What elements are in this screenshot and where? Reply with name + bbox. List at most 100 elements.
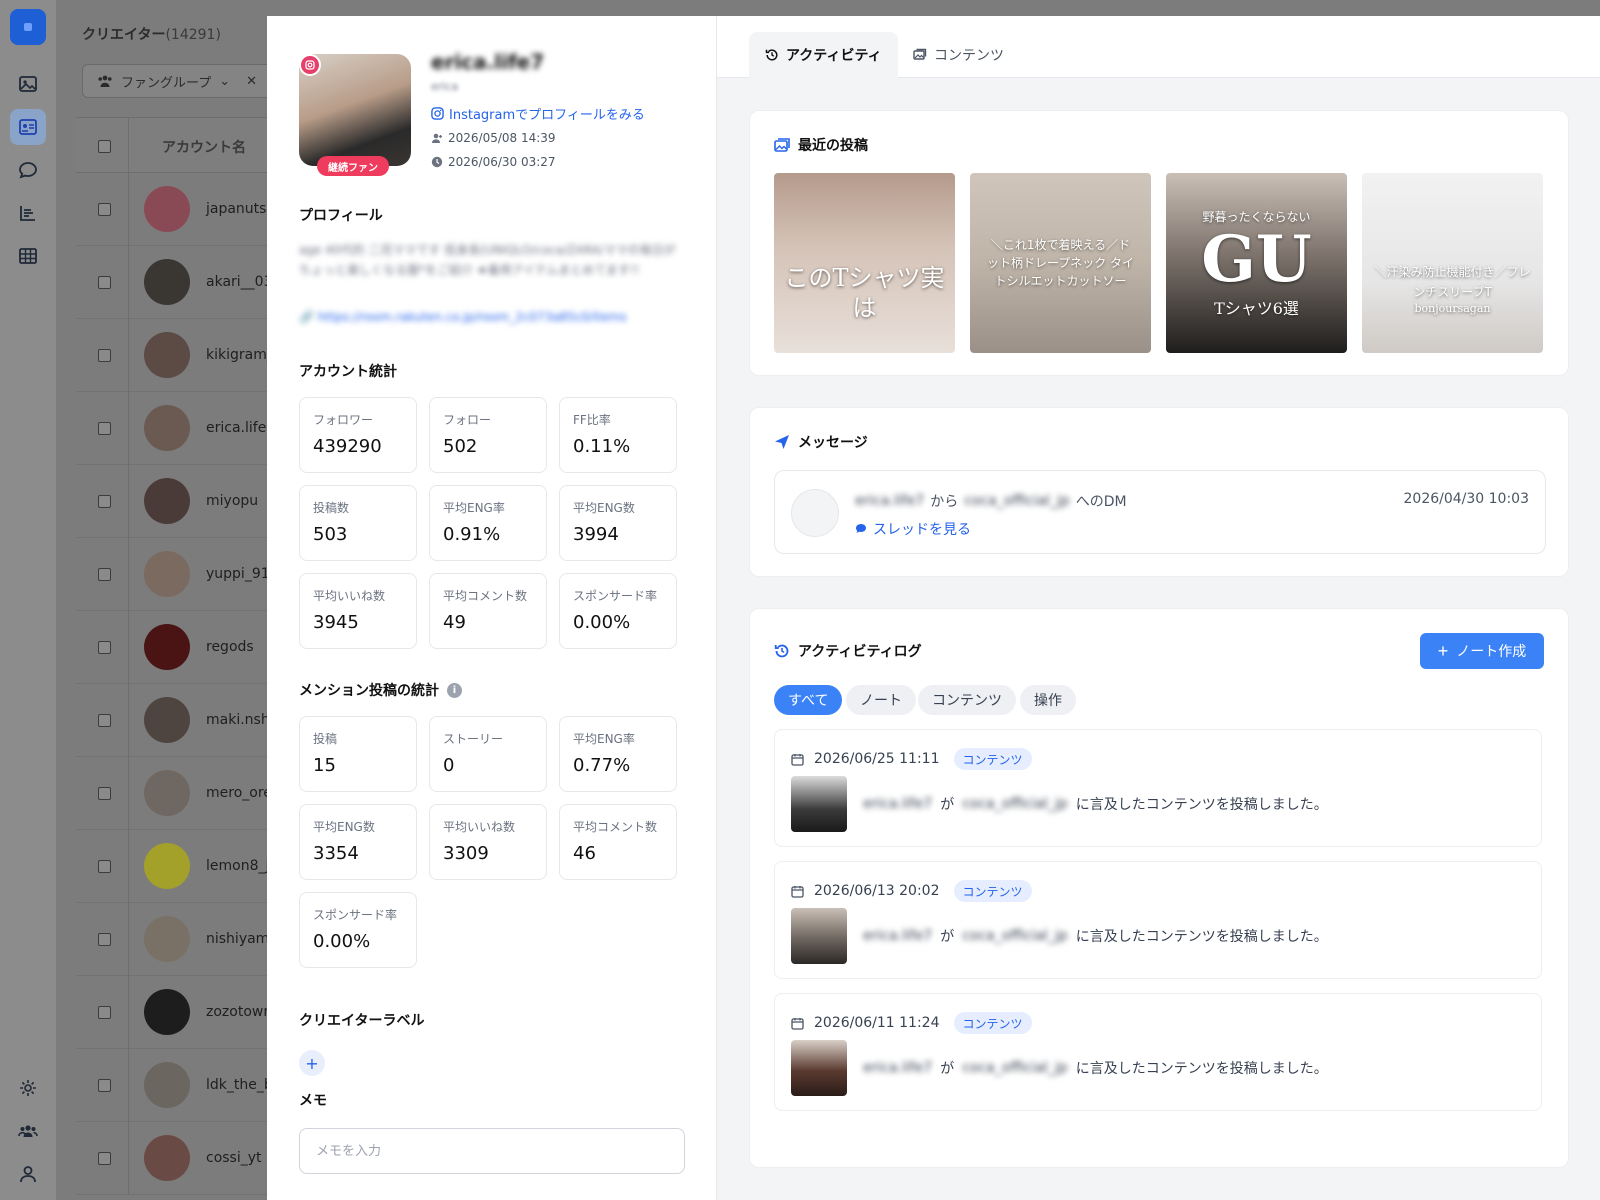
select-all-checkbox[interactable] xyxy=(98,140,111,153)
log-message: に言及したコンテンツを投稿しました。 xyxy=(1075,797,1328,813)
stat-label: 平均ENG数 xyxy=(313,820,375,834)
nav-user-icon[interactable] xyxy=(10,1156,46,1192)
profile-bio-link[interactable]: 🔗 https://room.rakuten.co.jp/room_2c073a… xyxy=(299,310,627,324)
avatar xyxy=(144,843,190,889)
post-thumbnail[interactable]: ＼これ1枚で着映える／ドット柄ドレープネック タイトシルエットカットソー xyxy=(970,173,1151,353)
stat-label: フォロワー xyxy=(313,413,374,427)
account-name: miyopu xyxy=(206,493,259,509)
log-thumbnail[interactable] xyxy=(791,1040,847,1096)
followed-date-value: 2026/05/08 14:39 xyxy=(448,131,556,145)
view-thread-link[interactable]: スレッドを見る xyxy=(855,519,971,539)
table-row[interactable]: cossi_yt xyxy=(76,1122,276,1195)
table-row[interactable]: miyopu xyxy=(76,465,276,538)
message-to-word: へのDM xyxy=(1075,494,1127,510)
log-text: erica.life7 が coca_official_jp に言及したコンテンツを投… xyxy=(863,926,1328,946)
row-checkbox[interactable] xyxy=(98,641,111,654)
nav-table-icon[interactable] xyxy=(10,238,46,274)
table-row[interactable]: zozotown xyxy=(76,976,276,1049)
post-thumbnail[interactable]: ＼汗染み防止機能付き／フレンチスリーブT bonjoursagan xyxy=(1362,173,1543,353)
fan-group-filter[interactable]: ファングループ ⌄ ✕ xyxy=(82,64,272,98)
nav-chart-icon[interactable] xyxy=(10,195,46,231)
tab-contents[interactable]: コンテンツ xyxy=(897,32,1020,78)
info-icon[interactable]: i xyxy=(447,682,462,698)
row-checkbox[interactable] xyxy=(98,714,111,727)
stat-label: フォロー xyxy=(443,413,492,427)
nav-team-icon[interactable] xyxy=(10,1113,46,1149)
row-checkbox[interactable] xyxy=(98,495,111,508)
stat-card: フォロー 502 xyxy=(429,397,547,473)
close-icon[interactable]: ✕ xyxy=(246,74,257,89)
table-row[interactable]: maki.nshi xyxy=(76,684,276,757)
log-target: coca_official_jp xyxy=(962,928,1068,944)
activity-log-item[interactable]: 2026/06/25 11:11 コンテンツ erica.life7 が coca_of… xyxy=(774,729,1542,847)
table-row[interactable]: erica.life7 xyxy=(76,392,276,465)
message-item[interactable]: erica.life7 から coca_official_jp へのDM 202… xyxy=(774,470,1546,554)
instagram-profile-link[interactable]: Instagramでプロフィールをみる xyxy=(431,104,645,123)
row-checkbox[interactable] xyxy=(98,1152,111,1165)
messages-card: メッセージ erica.life7 から coca_official_jp への… xyxy=(749,407,1569,577)
chat-icon xyxy=(856,524,866,533)
activity-log-item[interactable]: 2026/06/11 11:24 コンテンツ erica.life7 が coca_of… xyxy=(774,993,1542,1111)
profile-section-title: プロフィール xyxy=(299,208,383,224)
row-checkbox[interactable] xyxy=(98,349,111,362)
table-row[interactable]: nishiyama xyxy=(76,903,278,976)
recent-posts-title-text: 最近の投稿 xyxy=(798,138,868,154)
row-checkbox[interactable] xyxy=(98,933,111,946)
add-label-button[interactable]: + xyxy=(299,1050,325,1076)
updated-date-value: 2026/06/30 03:27 xyxy=(448,155,556,169)
log-thumbnail[interactable] xyxy=(791,776,847,832)
avatar xyxy=(144,551,190,597)
profile-panel: 継続ファン erica.life7 erica Instagramでプロフィール… xyxy=(267,16,717,1200)
table-row[interactable]: japanuts xyxy=(76,173,276,246)
app-logo[interactable] xyxy=(10,9,46,45)
stat-value: 49 xyxy=(443,612,466,633)
stat-label: 投稿 xyxy=(313,732,338,746)
filter-chip-content[interactable]: コンテンツ xyxy=(918,685,1016,715)
log-date-value: 2026/06/25 11:11 xyxy=(814,751,940,767)
post-caption: ＼汗染み防止機能付き／フレンチスリーブT xyxy=(1374,264,1531,299)
post-thumbnail[interactable]: 野暮ったくならない GU Tシャツ6選 xyxy=(1166,173,1347,353)
account-name: akari__03 xyxy=(206,274,273,290)
column-account-name: アカウント名 xyxy=(162,140,246,156)
stat-value: 46 xyxy=(573,843,596,864)
table-row[interactable]: kikigram_ xyxy=(76,319,276,392)
stat-label: FF比率 xyxy=(573,413,611,427)
table-row[interactable]: regods xyxy=(76,611,276,684)
nav-chat-icon[interactable] xyxy=(10,152,46,188)
row-checkbox[interactable] xyxy=(98,1006,111,1019)
activity-log-item[interactable]: 2026/06/13 20:02 コンテンツ erica.life7 が coca_of… xyxy=(774,861,1542,979)
nav-creators-icon[interactable] xyxy=(10,109,46,145)
stat-label: スポンサード率 xyxy=(313,908,398,922)
images-icon xyxy=(774,138,790,152)
filter-chip-all[interactable]: すべて xyxy=(774,685,843,715)
row-checkbox[interactable] xyxy=(98,787,111,800)
nav-settings-icon[interactable] xyxy=(10,1070,46,1106)
tab-activity[interactable]: アクティビティ xyxy=(749,32,898,78)
table-row[interactable]: mero_ore xyxy=(76,757,276,830)
table-row[interactable]: ldk_the_b xyxy=(76,1049,276,1122)
nav-image-icon[interactable] xyxy=(10,66,46,102)
row-checkbox[interactable] xyxy=(98,568,111,581)
row-checkbox[interactable] xyxy=(98,422,111,435)
table-row[interactable]: yuppi_91 xyxy=(76,538,276,611)
stat-card: 平均ENG率 0.91% xyxy=(429,485,547,561)
create-note-button[interactable]: + ノート作成 xyxy=(1420,633,1544,669)
post-thumbnail[interactable]: このTシャツ実は xyxy=(774,173,955,353)
row-checkbox[interactable] xyxy=(98,860,111,873)
table-row[interactable]: akari__03 xyxy=(76,246,276,319)
stat-label: スポンサード率 xyxy=(573,589,658,603)
row-checkbox[interactable] xyxy=(98,203,111,216)
stat-value: 3945 xyxy=(313,612,359,633)
detail-tabs: アクティビティ コンテンツ xyxy=(717,16,1600,78)
row-checkbox[interactable] xyxy=(98,276,111,289)
row-checkbox[interactable] xyxy=(98,1079,111,1092)
message-from-word: から xyxy=(930,494,959,510)
account-name: maki.nshi xyxy=(206,712,274,728)
stat-label: 平均いいね数 xyxy=(313,589,386,603)
memo-input[interactable] xyxy=(299,1128,685,1174)
message-sender: erica.life7 xyxy=(855,493,925,509)
filter-chip-note[interactable]: ノート xyxy=(846,685,916,715)
table-row[interactable]: lemon8_jp xyxy=(76,830,278,903)
log-thumbnail[interactable] xyxy=(791,908,847,964)
filter-chip-operation[interactable]: 操作 xyxy=(1020,685,1076,715)
